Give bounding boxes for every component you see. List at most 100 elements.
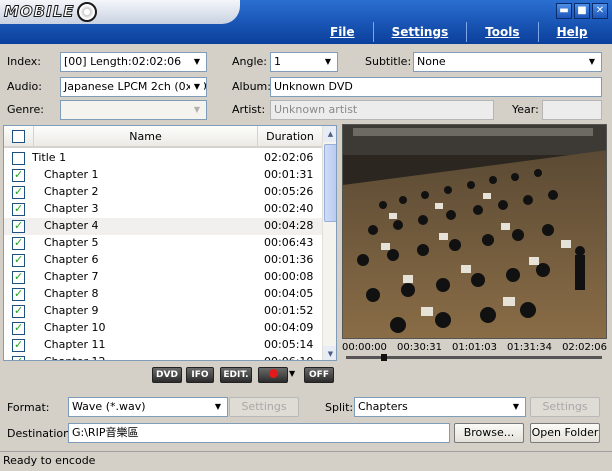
- row-name: Chapter 7: [44, 270, 99, 283]
- index-value: [00] Length:02:02:06: [64, 55, 182, 68]
- off-button[interactable]: OFF: [304, 367, 334, 383]
- scroll-down-icon[interactable]: ▼: [323, 346, 336, 360]
- row-name: Chapter 8: [44, 287, 99, 300]
- angle-select[interactable]: 1 ▼: [270, 52, 338, 72]
- format-select[interactable]: Wave (*.wav) ▼: [68, 397, 228, 417]
- year-input[interactable]: [542, 100, 602, 120]
- close-button[interactable]: ✕: [592, 3, 608, 19]
- subtitle-select[interactable]: None ▼: [413, 52, 602, 72]
- list-scrollbar[interactable]: ▲ ▼: [322, 126, 336, 360]
- row-checkbox[interactable]: [12, 321, 25, 335]
- minimize-button[interactable]: ▬: [556, 3, 572, 19]
- row-checkbox[interactable]: [12, 236, 25, 250]
- audio-value: Japanese LPCM 2ch (0xA0): [64, 80, 207, 93]
- row-checkbox[interactable]: [12, 152, 25, 165]
- row-checkbox[interactable]: [12, 270, 25, 284]
- row-name: Chapter 2: [44, 185, 99, 198]
- list-row[interactable]: Chapter 8 00:04:05: [4, 286, 322, 303]
- menu-settings[interactable]: Settings: [372, 22, 467, 42]
- row-checkbox[interactable]: [12, 219, 25, 233]
- edit-button[interactable]: EDIT.: [220, 367, 252, 383]
- open-folder-button[interactable]: Open Folder: [530, 423, 600, 443]
- album-value: Unknown DVD: [274, 80, 353, 93]
- menu-tools[interactable]: Tools: [466, 22, 537, 42]
- scroll-up-icon[interactable]: ▲: [323, 126, 336, 142]
- artist-input[interactable]: Unknown artist: [270, 100, 494, 120]
- audio-select[interactable]: Japanese LPCM 2ch (0xA0) ▼: [60, 77, 207, 97]
- format-value: Wave (*.wav): [72, 400, 146, 413]
- artist-placeholder: Unknown artist: [274, 103, 358, 116]
- row-duration: 00:00:08: [264, 270, 314, 283]
- record-button[interactable]: [258, 367, 288, 383]
- browse-button[interactable]: Browse...: [454, 423, 524, 443]
- row-duration: 00:06:10: [264, 355, 313, 360]
- row-checkbox[interactable]: [12, 338, 25, 352]
- list-row[interactable]: Chapter 2 00:05:26: [4, 184, 322, 201]
- split-settings-button[interactable]: Settings: [530, 397, 600, 417]
- split-select[interactable]: Chapters ▼: [354, 397, 526, 417]
- logo-area: MOBILE: [0, 0, 240, 24]
- list-row[interactable]: Chapter 12 00:06:10: [4, 354, 322, 360]
- row-checkbox[interactable]: [12, 253, 25, 267]
- list-row[interactable]: Chapter 7 00:00:08: [4, 269, 322, 286]
- audio-label: Audio:: [7, 80, 42, 93]
- list-header: Name Duration: [4, 126, 322, 148]
- dvd-button[interactable]: DVD: [152, 367, 182, 383]
- row-checkbox[interactable]: [12, 355, 25, 360]
- album-label: Album:: [232, 80, 271, 93]
- row-duration: 02:02:06: [264, 151, 314, 164]
- genre-select[interactable]: ▼: [60, 100, 207, 120]
- list-row[interactable]: Chapter 4 00:04:28: [4, 218, 322, 235]
- record-dropdown-icon[interactable]: ▼: [289, 369, 295, 378]
- album-input[interactable]: Unknown DVD: [270, 77, 602, 97]
- chapter-list: Name Duration Title 1 02:02:06 Chapter 100…: [3, 125, 337, 361]
- menu-bar: File Settings Tools Help: [300, 22, 605, 42]
- column-header-duration[interactable]: Duration: [258, 126, 322, 148]
- status-text: Ready to encode: [3, 454, 96, 467]
- chevron-down-icon: ▼: [512, 402, 520, 411]
- ifo-button[interactable]: IFO: [186, 367, 214, 383]
- destination-input[interactable]: G:\RIP音樂區: [68, 423, 450, 443]
- column-header-name[interactable]: Name: [34, 126, 258, 148]
- row-name: Chapter 9: [44, 304, 99, 317]
- list-row[interactable]: Title 1 02:02:06: [4, 150, 322, 167]
- timeline-mark: 00:00:00: [342, 342, 387, 353]
- angle-label: Angle:: [232, 55, 268, 68]
- row-checkbox[interactable]: [12, 168, 25, 182]
- list-row[interactable]: Chapter 6 00:01:36: [4, 252, 322, 269]
- angle-value: 1: [274, 55, 281, 68]
- chevron-down-icon: ▼: [190, 79, 204, 95]
- row-checkbox[interactable]: [12, 185, 25, 199]
- split-value: Chapters: [358, 400, 408, 413]
- genre-label: Genre:: [7, 103, 45, 116]
- index-label: Index:: [7, 55, 41, 68]
- maximize-button[interactable]: ■: [574, 3, 590, 19]
- row-duration: 00:01:36: [264, 253, 314, 266]
- row-duration: 00:04:09: [264, 321, 314, 334]
- list-row[interactable]: Chapter 1 00:01:31: [4, 167, 322, 184]
- row-name: Title 1: [32, 151, 67, 164]
- list-row[interactable]: Chapter 9 00:01:52: [4, 303, 322, 320]
- destination-value: G:\RIP音樂區: [72, 426, 139, 439]
- row-checkbox[interactable]: [12, 304, 25, 318]
- list-row[interactable]: Chapter 3 00:02:40: [4, 201, 322, 218]
- list-row[interactable]: Chapter 10 00:04:09: [4, 320, 322, 337]
- list-row[interactable]: Chapter 5 00:06:43: [4, 235, 322, 252]
- select-all-checkbox[interactable]: [12, 130, 25, 143]
- format-settings-button[interactable]: Settings: [229, 397, 299, 417]
- status-bar: Ready to encode: [0, 451, 612, 471]
- row-checkbox[interactable]: [12, 202, 25, 216]
- video-preview: [342, 124, 607, 339]
- menu-file[interactable]: File: [300, 22, 373, 42]
- scroll-thumb[interactable]: [324, 144, 336, 222]
- list-row[interactable]: Chapter 11 00:05:14: [4, 337, 322, 354]
- timeline[interactable]: 00:00:00 00:30:31 01:01:03 01:31:34 02:0…: [342, 340, 607, 364]
- menu-help[interactable]: Help: [537, 22, 606, 42]
- row-name: Chapter 12: [44, 355, 105, 360]
- timeline-mark: 02:02:06: [562, 342, 607, 353]
- timeline-position-marker[interactable]: [381, 354, 387, 361]
- year-label: Year:: [512, 103, 539, 116]
- row-checkbox[interactable]: [12, 287, 25, 301]
- record-icon: [268, 369, 278, 378]
- index-select[interactable]: [00] Length:02:02:06 ▼: [60, 52, 207, 72]
